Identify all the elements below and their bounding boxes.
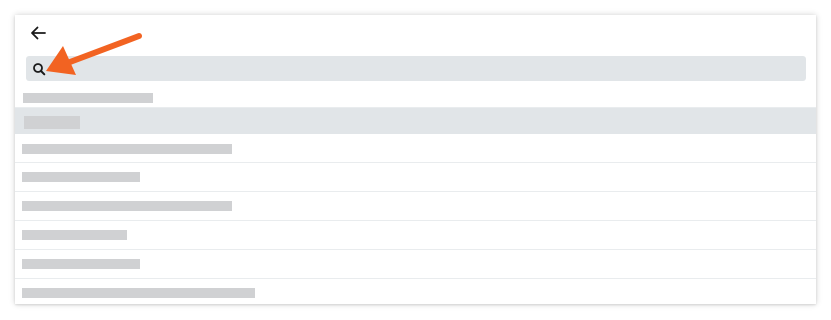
redacted-text [22, 172, 140, 182]
list-item[interactable] [15, 250, 816, 279]
results-list [15, 84, 816, 304]
redacted-text [22, 230, 127, 240]
list-item[interactable] [15, 134, 816, 163]
arrow-left-icon [31, 26, 46, 40]
redacted-text [22, 259, 140, 269]
search-panel [15, 15, 816, 304]
redacted-text [24, 116, 80, 129]
redacted-text [22, 144, 232, 154]
redacted-text [22, 288, 255, 298]
list-item[interactable] [15, 84, 816, 108]
redacted-text [23, 93, 153, 103]
search-input[interactable] [52, 56, 796, 83]
list-item[interactable] [15, 221, 816, 250]
search-bar[interactable] [26, 56, 806, 83]
list-item[interactable] [15, 163, 816, 192]
search-icon [33, 63, 46, 76]
list-item[interactable] [15, 192, 816, 221]
list-item-selected[interactable] [15, 108, 816, 134]
list-item[interactable] [15, 279, 816, 304]
redacted-text [22, 201, 232, 211]
back-button[interactable] [27, 24, 49, 42]
